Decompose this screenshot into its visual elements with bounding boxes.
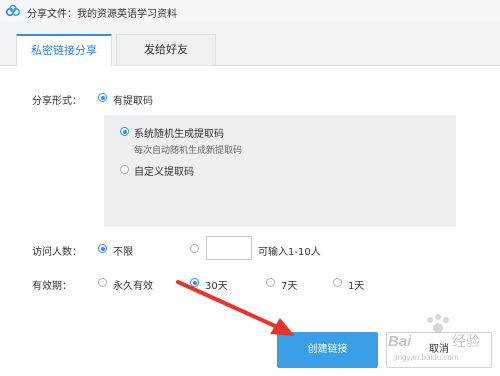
visitors-unlimited-label: 不限: [113, 247, 133, 258]
radio-visitors-unlimited[interactable]: [98, 244, 107, 253]
create-link-button[interactable]: 创建链接: [277, 332, 378, 368]
svg-text:经验: 经验: [452, 333, 480, 349]
validity-7d-label: 7天: [281, 281, 298, 292]
option-with-code-label: 有提取码: [113, 96, 153, 107]
baidu-netdisk-cloud-icon: [5, 4, 21, 17]
radio-validity-7d[interactable]: [266, 278, 275, 287]
validity-label: 有效期：: [32, 281, 72, 292]
tab-send-to-friend[interactable]: 发给好友: [116, 34, 216, 66]
validity-30d-label: 30天: [205, 281, 228, 292]
visitors-count-input[interactable]: [206, 236, 252, 260]
radio-custom-code[interactable]: [120, 165, 129, 174]
radio-visitors-custom[interactable]: [190, 244, 199, 253]
option-random-code-label: 系统随机生成提取码: [134, 129, 224, 140]
radio-validity-1d[interactable]: [333, 278, 342, 287]
option-custom-code-label: 自定义提取码: [134, 167, 194, 178]
radio-random-code[interactable]: [120, 127, 129, 136]
tab-private-link-share[interactable]: 私密链接分享: [16, 34, 112, 67]
validity-1d-label: 1天: [348, 281, 365, 292]
radio-with-code[interactable]: [98, 93, 107, 102]
visitors-hint: 可输入1-10人: [258, 247, 321, 258]
window-title: 分享文件：我的资源英语学习资料: [27, 9, 177, 20]
svg-text:jingyan.baidu.com: jingyan.baidu.com: [393, 353, 459, 362]
radio-validity-forever[interactable]: [98, 278, 107, 287]
baidu-watermark-logo: Bai 经验 jingyan.baidu.com: [388, 314, 480, 362]
svg-text:Bai: Bai: [388, 333, 412, 350]
option-random-code-hint: 每次自动随机生成新提取码: [134, 146, 243, 156]
radio-validity-30d[interactable]: [190, 278, 199, 287]
validity-forever-label: 永久有效: [113, 281, 153, 292]
share-form-label: 分享形式：: [32, 96, 82, 107]
title-bar: 分享文件：我的资源英语学习资料: [0, 0, 500, 22]
visitors-label: 访问人数：: [32, 247, 82, 258]
